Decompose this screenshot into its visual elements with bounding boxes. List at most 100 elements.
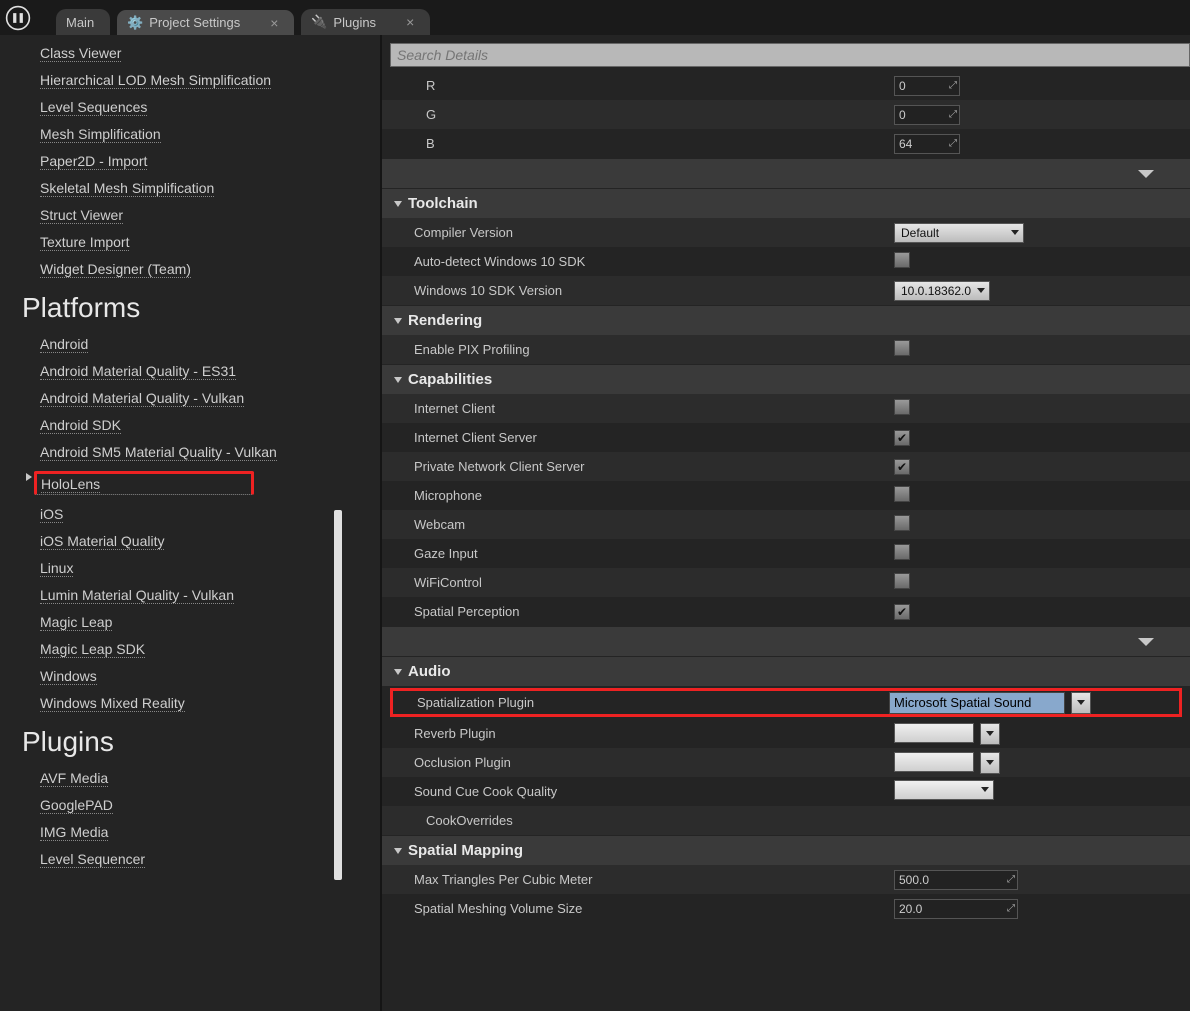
spinner-icon: ⤢ xyxy=(1007,903,1015,914)
sidebar-item[interactable]: HoloLens xyxy=(22,465,380,500)
sidebar-item-label: iOS xyxy=(40,506,63,523)
tab-main[interactable]: Main xyxy=(56,9,110,35)
numeric-input-g[interactable]: 0⤢ xyxy=(894,105,960,125)
sidebar-item[interactable]: iOS xyxy=(22,500,380,527)
chevron-down-icon xyxy=(977,288,985,293)
prop-label: R xyxy=(414,78,894,93)
volume-size-input[interactable]: 20.0⤢ xyxy=(894,899,1018,919)
sidebar-item-label: Android Material Quality - ES31 xyxy=(40,363,236,380)
sidebar-item[interactable]: Class Viewer xyxy=(22,39,380,66)
dropdown-toggle[interactable] xyxy=(980,752,1000,774)
capability-checkbox[interactable] xyxy=(894,544,910,560)
spatialization-plugin-dropdown[interactable] xyxy=(1071,692,1091,714)
sdk-version-dropdown[interactable]: 10.0.18362.0 xyxy=(894,281,990,301)
prop-label: Max Triangles Per Cubic Meter xyxy=(414,872,894,887)
autodetect-sdk-checkbox[interactable] xyxy=(894,252,910,268)
sidebar-item[interactable]: Paper2D - Import xyxy=(22,147,380,174)
capability-checkbox[interactable] xyxy=(894,399,910,415)
collapse-advanced[interactable] xyxy=(382,627,1190,656)
cue-quality-dropdown[interactable] xyxy=(894,780,994,800)
sidebar-item-label: Widget Designer (Team) xyxy=(40,261,191,278)
sidebar-item[interactable]: Magic Leap xyxy=(22,608,380,635)
sidebar-item-label: Paper2D - Import xyxy=(40,153,147,170)
compiler-version-dropdown[interactable]: Default xyxy=(894,223,1024,243)
sidebar-item[interactable]: Android SM5 Material Quality - Vulkan xyxy=(22,438,380,465)
sidebar-item-label: Windows Mixed Reality xyxy=(40,695,185,712)
search-input[interactable] xyxy=(390,43,1190,67)
section-rendering[interactable]: Rendering xyxy=(382,306,1190,335)
chevron-down-icon xyxy=(1011,230,1019,235)
reverb-plugin-dropdown[interactable] xyxy=(894,723,974,743)
sidebar-item[interactable]: Windows xyxy=(22,662,380,689)
numeric-input-b[interactable]: 64⤢ xyxy=(894,134,960,154)
sidebar-item[interactable]: Windows Mixed Reality xyxy=(22,689,380,716)
sidebar-item[interactable]: Linux xyxy=(22,554,380,581)
close-icon[interactable]: × xyxy=(270,15,278,31)
sidebar-item-label: Skeletal Mesh Simplification xyxy=(40,180,214,197)
tab-project-settings[interactable]: ⚙️ Project Settings × xyxy=(116,9,295,35)
spatialization-plugin-field[interactable]: Microsoft Spatial Sound xyxy=(889,692,1065,714)
prop-label: B xyxy=(414,136,894,151)
section-audio[interactable]: Audio xyxy=(382,657,1190,686)
sidebar-item[interactable]: Texture Import xyxy=(22,228,380,255)
spatialization-plugin-row: Spatialization Plugin Microsoft Spatial … xyxy=(390,688,1182,717)
capability-checkbox[interactable]: ✔ xyxy=(894,604,910,620)
sidebar-item[interactable]: Level Sequencer xyxy=(22,845,380,872)
capability-checkbox[interactable] xyxy=(894,573,910,589)
sidebar-item[interactable]: IMG Media xyxy=(22,818,380,845)
sidebar-item[interactable]: Mesh Simplification xyxy=(22,120,380,147)
capability-checkbox[interactable] xyxy=(894,486,910,502)
sidebar-item[interactable]: Android SDK xyxy=(22,411,380,438)
prop-label: Occlusion Plugin xyxy=(414,755,894,770)
sidebar-item[interactable]: Lumin Material Quality - Vulkan xyxy=(22,581,380,608)
numeric-input-r[interactable]: 0⤢ xyxy=(894,76,960,96)
sidebar-item[interactable]: Widget Designer (Team) xyxy=(22,255,380,282)
prop-label: Enable PIX Profiling xyxy=(414,342,894,357)
capability-checkbox[interactable]: ✔ xyxy=(894,459,910,475)
app-logo xyxy=(0,0,36,35)
sidebar-item[interactable]: Skeletal Mesh Simplification xyxy=(22,174,380,201)
tab-bar: Main ⚙️ Project Settings × 🔌 Plugins × xyxy=(0,0,1190,35)
sidebar-item[interactable]: Hierarchical LOD Mesh Simplification xyxy=(22,66,380,93)
max-triangles-input[interactable]: 500.0⤢ xyxy=(894,870,1018,890)
section-toolchain[interactable]: Toolchain xyxy=(382,189,1190,218)
sidebar-item[interactable]: Magic Leap SDK xyxy=(22,635,380,662)
sidebar-item-label: Android xyxy=(40,336,88,353)
prop-label: Gaze Input xyxy=(414,546,894,561)
details-panel: R0⤢ G0⤢ B64⤢ Toolchain Compiler VersionD… xyxy=(382,35,1190,1011)
sidebar-item[interactable]: Android Material Quality - Vulkan xyxy=(22,384,380,411)
sidebar-item[interactable]: Level Sequences xyxy=(22,93,380,120)
capability-checkbox[interactable] xyxy=(894,515,910,531)
section-capabilities[interactable]: Capabilities xyxy=(382,365,1190,394)
expand-icon xyxy=(394,318,402,324)
sidebar-item[interactable]: GooglePAD xyxy=(22,791,380,818)
sidebar-item-label: Mesh Simplification xyxy=(40,126,161,143)
sidebar-item[interactable]: AVF Media xyxy=(22,764,380,791)
sidebar-item[interactable]: Struct Viewer xyxy=(22,201,380,228)
tab-plugins[interactable]: 🔌 Plugins × xyxy=(301,9,430,35)
capability-checkbox[interactable]: ✔ xyxy=(894,430,910,446)
pix-checkbox[interactable] xyxy=(894,340,910,356)
collapse-advanced[interactable] xyxy=(382,159,1190,188)
scrollbar-thumb[interactable] xyxy=(334,510,342,880)
plugin-icon: 🔌 xyxy=(311,14,327,30)
spinner-icon: ⤢ xyxy=(949,138,957,149)
section-spatial-mapping[interactable]: Spatial Mapping xyxy=(382,836,1190,865)
group-title-platforms: Platforms xyxy=(22,282,380,330)
prop-label: Spatialization Plugin xyxy=(417,695,889,710)
occlusion-plugin-dropdown[interactable] xyxy=(894,752,974,772)
settings-icon: ⚙️ xyxy=(127,15,143,31)
sidebar-item[interactable]: Android Material Quality - ES31 xyxy=(22,357,380,384)
prop-label: Webcam xyxy=(414,517,894,532)
sidebar-item-label: Level Sequencer xyxy=(40,851,145,868)
prop-label: Internet Client Server xyxy=(414,430,894,445)
sidebar-item[interactable]: iOS Material Quality xyxy=(22,527,380,554)
prop-label: Compiler Version xyxy=(414,225,894,240)
dropdown-toggle[interactable] xyxy=(980,723,1000,745)
sidebar-item[interactable]: Android xyxy=(22,330,380,357)
sidebar-item-label: Texture Import xyxy=(40,234,129,251)
prop-label: Sound Cue Cook Quality xyxy=(414,784,894,799)
sidebar-item-label: Hierarchical LOD Mesh Simplification xyxy=(40,72,271,89)
expand-icon xyxy=(394,669,402,675)
close-icon[interactable]: × xyxy=(406,14,414,30)
